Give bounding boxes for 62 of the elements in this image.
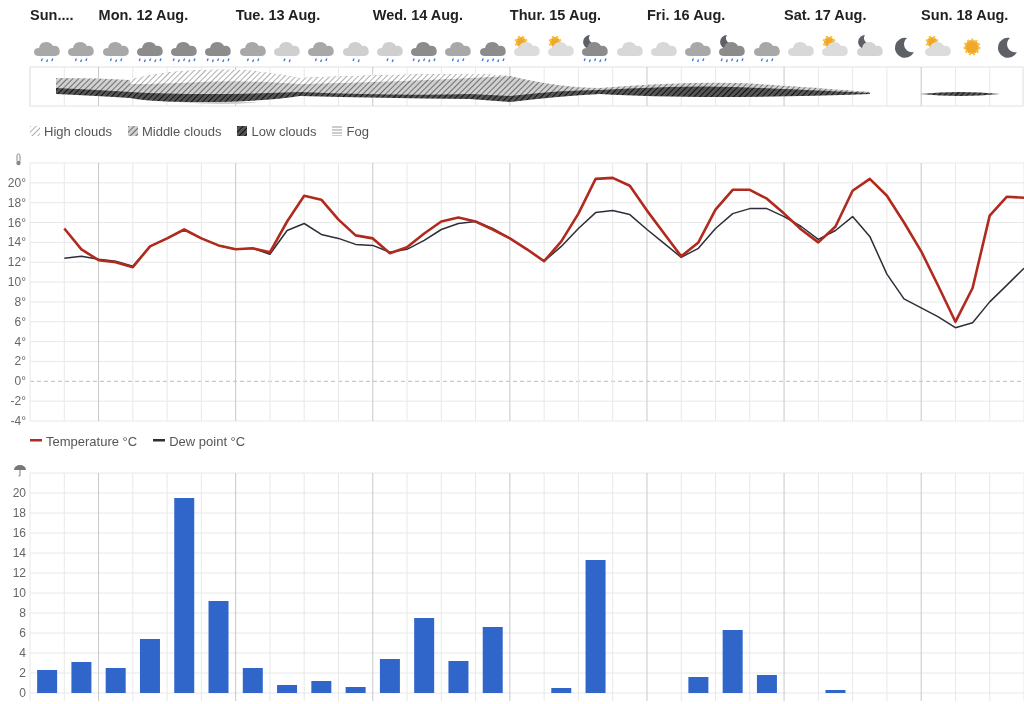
axis-tick-label: 4 [19,646,26,660]
axis-tick-label: 16 [12,526,26,540]
day-label: Sat. 17 Aug. [784,7,867,23]
axis-tick-label: 0 [19,686,26,700]
axis-tick-label: 2 [19,666,26,680]
axis-tick-label: 8 [19,606,26,620]
umbrella-icon [14,465,26,477]
axis-tick-label: 8° [14,294,26,309]
precipitation-bar [242,668,263,693]
axis-tick-label: 18° [7,195,26,210]
precipitation-bar [551,688,572,693]
axis-tick-label: 20° [7,175,26,190]
precipitation-bar [139,639,160,693]
axis-tick-label: 18 [12,506,26,520]
legend-label: Low clouds [251,123,317,139]
day-label: Mon. 12 Aug. [98,7,189,23]
axis-tick-label: 6° [14,314,26,329]
precipitation-bar [105,668,126,693]
axis-tick-label: 14 [12,546,26,560]
precipitation-bar [756,675,777,693]
precipitation-bar [482,627,503,693]
thermometer-icon [16,153,21,166]
day-label: Tue. 13 Aug. [235,7,321,23]
axis-tick-label: 2° [14,354,26,369]
axis-tick-label: 0° [14,374,26,389]
legend-swatch-icon [237,126,248,136]
precipitation-bar [722,630,743,693]
legend-label: Temperature °C [46,433,138,449]
axis-tick-label: -2° [10,394,26,409]
axis-tick-label: 4° [14,334,26,349]
precipitation-bar [448,661,469,693]
precipitation-bar [688,677,709,693]
precipitation-bar [311,681,332,693]
legend-swatch-icon [332,126,343,136]
axis-tick-label: 14° [7,235,26,250]
precipitation-bar [37,670,58,693]
day-label: Wed. 14 Aug. [372,7,463,23]
axis-tick-label: 10° [7,275,26,290]
axis-tick-label: -4° [10,414,26,427]
legend-swatch-icon [153,438,166,444]
legend-label: Middle clouds [141,123,222,139]
legend-label: Fog [346,123,369,139]
legend-label: Dew point °C [169,433,246,449]
day-label: Sun.... [30,7,74,23]
precipitation-bar [825,690,846,693]
legend-swatch-icon [127,126,138,136]
axis-tick-label: 10 [12,586,26,600]
day-label: Fri. 16 Aug. [646,7,726,23]
precipitation-bar [345,687,366,693]
day-label: Thur. 15 Aug. [509,7,602,23]
axis-tick-label: 20 [12,486,26,500]
axis-tick-label: 6 [19,626,26,640]
day-label: Sun. 18 Aug. [921,7,1009,23]
axis-tick-label: 16° [7,215,26,230]
legend-label: High clouds [44,123,112,139]
legend-swatch-icon [30,438,42,444]
axis-tick-label: 12° [7,255,26,270]
precipitation-bar [379,659,400,693]
precipitation-bar [277,685,298,693]
axis-tick-label: 12 [12,566,26,580]
precipitation-bar [71,662,92,693]
legend-swatch-icon [30,126,40,136]
